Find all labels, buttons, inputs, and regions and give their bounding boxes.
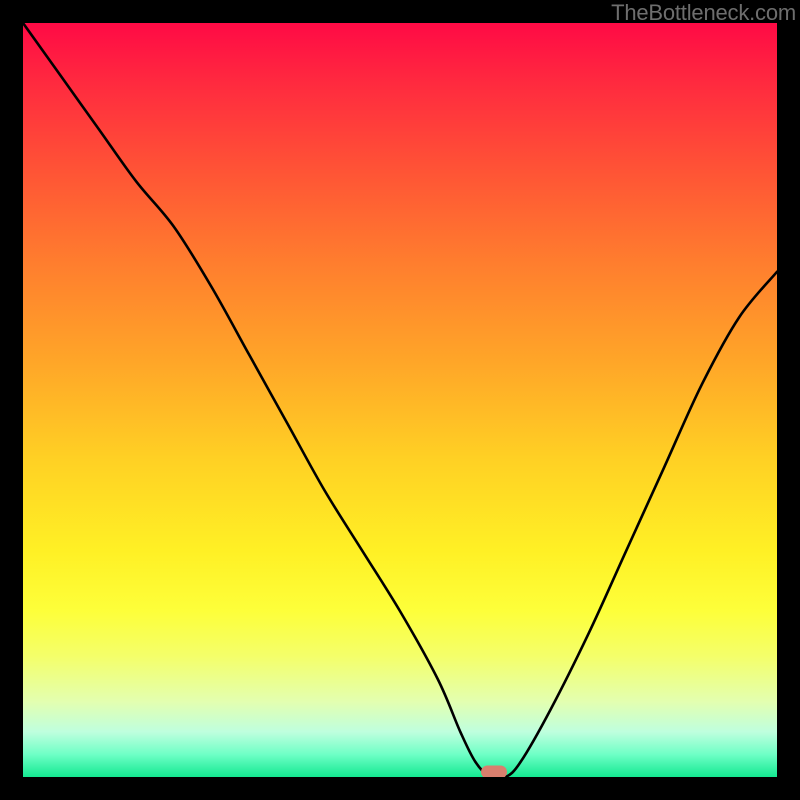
bottleneck-curve — [23, 23, 777, 777]
optimal-marker — [481, 766, 507, 777]
chart-frame: TheBottleneck.com — [0, 0, 800, 800]
credits-label: TheBottleneck.com — [611, 0, 796, 26]
plot-area — [23, 23, 777, 777]
